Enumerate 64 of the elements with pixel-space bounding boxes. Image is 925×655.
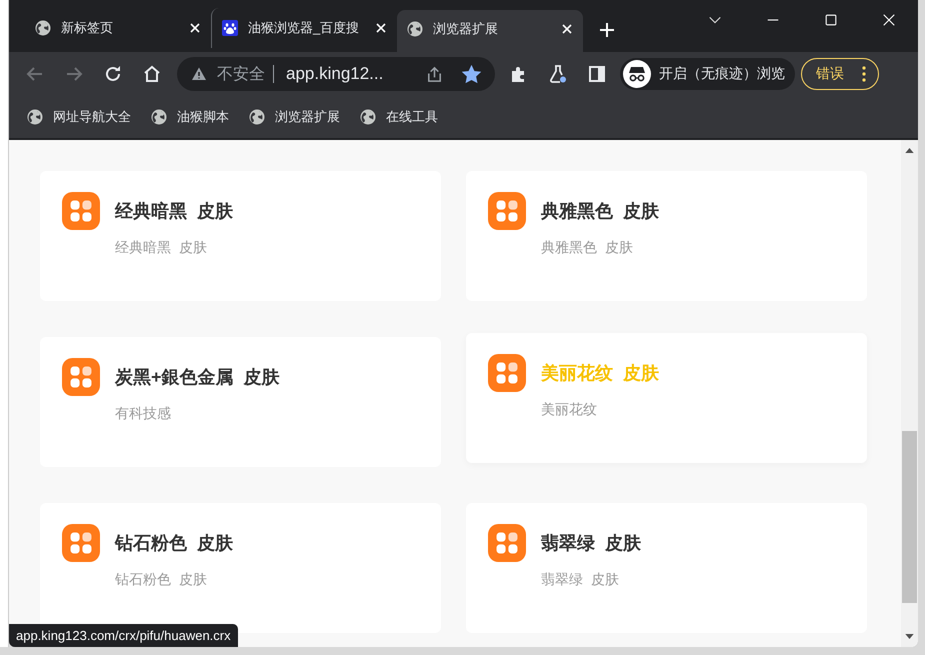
skin-card[interactable]: 典雅黑色 皮肤 典雅黑色 皮肤 [466, 171, 867, 301]
status-url: app.king123.com/crx/pifu/huawen.crx [9, 624, 238, 647]
card-title: 美丽花纹 皮肤 [541, 362, 660, 385]
maximize-icon[interactable] [824, 13, 838, 27]
app-grid-icon [62, 358, 100, 396]
card-title: 翡翠绿 皮肤 [541, 532, 642, 555]
paw-icon [222, 20, 238, 36]
warning-icon [191, 66, 207, 82]
address-bar[interactable]: 不安全 app.king12... [177, 57, 495, 91]
globe-icon [249, 109, 265, 125]
incognito-icon [623, 60, 651, 88]
side-panel-icon[interactable] [587, 64, 607, 84]
close-icon[interactable] [189, 22, 201, 34]
card-subtitle: 经典暗黑 皮肤 [115, 239, 208, 257]
reload-icon[interactable] [103, 64, 123, 84]
skin-card[interactable]: 经典暗黑 皮肤 经典暗黑 皮肤 [40, 171, 441, 301]
app-grid-icon [62, 524, 100, 562]
card-subtitle: 翡翠绿 皮肤 [541, 571, 620, 589]
star-icon[interactable] [462, 64, 481, 84]
flask-icon[interactable] [548, 64, 568, 84]
card-title: 经典暗黑 皮肤 [115, 200, 234, 223]
new-tab-icon[interactable] [599, 22, 615, 38]
globe-icon [27, 109, 43, 125]
card-title: 典雅黑色 皮肤 [541, 200, 660, 223]
incognito-button[interactable]: 开启（无痕迹）浏览 [620, 58, 795, 90]
bookmark-item[interactable]: 在线工具 [360, 108, 438, 126]
globe-icon [360, 109, 376, 125]
scroll-thumb[interactable] [902, 430, 917, 603]
skin-card[interactable]: 翡翠绿 皮肤 翡翠绿 皮肤 [466, 503, 867, 633]
app-grid-icon [488, 354, 526, 392]
error-button[interactable]: 错误 [801, 58, 879, 90]
card-subtitle: 美丽花纹 [541, 401, 598, 419]
browser-tab[interactable]: 新标签页 [25, 8, 211, 48]
scroll-up-icon[interactable] [905, 148, 914, 153]
card-subtitle: 典雅黑色 皮肤 [541, 239, 634, 257]
menu-icon [862, 66, 866, 82]
home-icon[interactable] [142, 64, 162, 84]
globe-icon [35, 20, 51, 36]
security-label: 不安全 [217, 64, 265, 84]
card-title: 炭黑+銀色金属 皮肤 [115, 366, 280, 389]
app-grid-icon [488, 524, 526, 562]
tab-title: 油猴浏览器_百度搜 [248, 19, 360, 37]
card-title: 钻石粉色 皮肤 [115, 532, 234, 555]
share-icon[interactable] [425, 64, 444, 84]
browser-tab[interactable]: 浏览器扩展 [397, 10, 583, 52]
app-grid-icon [62, 192, 100, 230]
close-icon[interactable] [375, 22, 387, 34]
bookmark-item[interactable]: 网址导航大全 [27, 108, 131, 126]
close-icon[interactable] [882, 13, 896, 27]
globe-icon [407, 21, 423, 37]
scrollbar[interactable] [901, 140, 918, 647]
tab-title: 新标签页 [61, 19, 114, 37]
card-subtitle: 有科技感 [115, 405, 172, 423]
card-subtitle: 钻石粉色 皮肤 [115, 571, 208, 589]
scroll-down-icon[interactable] [905, 634, 914, 639]
app-grid-icon [488, 192, 526, 230]
bookmark-item[interactable]: 浏览器扩展 [249, 108, 340, 126]
tab-title: 浏览器扩展 [433, 20, 499, 38]
browser-tab[interactable]: 油猴浏览器_百度搜 [211, 8, 397, 48]
globe-icon [151, 109, 167, 125]
close-icon[interactable] [561, 23, 573, 35]
skin-card[interactable]: 炭黑+銀色金属 皮肤 有科技感 [40, 337, 441, 467]
url-text: app.king12... [286, 64, 384, 84]
bookmark-item[interactable]: 油猴脚本 [151, 108, 229, 126]
